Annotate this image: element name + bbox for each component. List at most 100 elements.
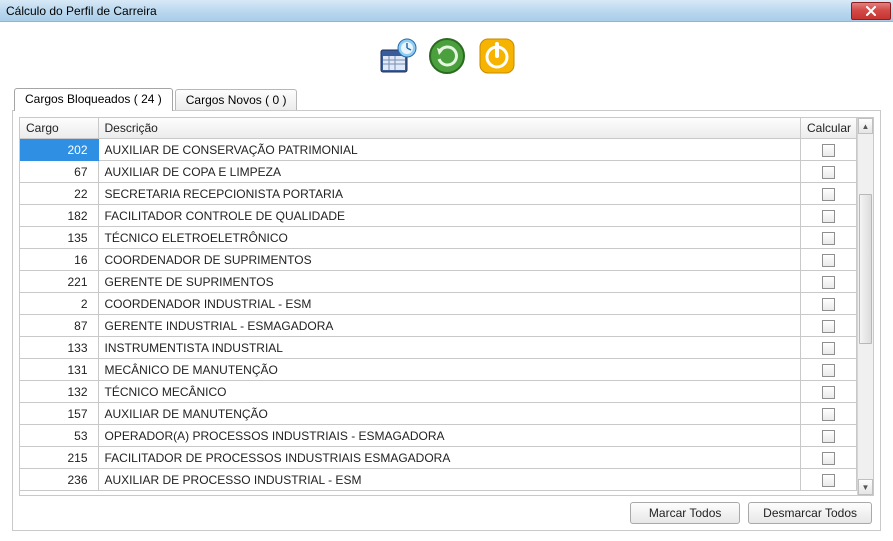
checkbox[interactable] xyxy=(822,166,835,179)
col-header-descricao[interactable]: Descrição xyxy=(98,118,801,139)
cell-calcular[interactable] xyxy=(801,447,857,469)
cell-calcular[interactable] xyxy=(801,315,857,337)
table-row[interactable]: 22SECRETARIA RECEPCIONISTA PORTARIA xyxy=(20,183,857,205)
cell-cargo[interactable]: 215 xyxy=(20,447,98,469)
checkbox[interactable] xyxy=(822,452,835,465)
cell-descricao[interactable]: TÉCNICO MECÂNICO xyxy=(98,381,801,403)
checkbox[interactable] xyxy=(822,320,835,333)
checkbox[interactable] xyxy=(822,254,835,267)
table-row[interactable]: 157AUXILIAR DE MANUTENÇÃO xyxy=(20,403,857,425)
checkbox[interactable] xyxy=(822,408,835,421)
scroll-up-arrow[interactable]: ▲ xyxy=(858,118,873,134)
cell-calcular[interactable] xyxy=(801,161,857,183)
close-button[interactable] xyxy=(851,2,891,20)
table-row[interactable]: 135TÉCNICO ELETROELETRÔNICO xyxy=(20,227,857,249)
checkbox[interactable] xyxy=(822,430,835,443)
checkbox[interactable] xyxy=(822,364,835,377)
table-row[interactable]: 87GERENTE INDUSTRIAL - ESMAGADORA xyxy=(20,315,857,337)
cell-cargo[interactable]: 157 xyxy=(20,403,98,425)
checkbox[interactable] xyxy=(822,342,835,355)
panel: Cargo Descrição Calcular 202AUXILIAR DE … xyxy=(12,110,881,531)
cell-cargo[interactable]: 202 xyxy=(20,139,98,161)
cell-calcular[interactable] xyxy=(801,249,857,271)
vertical-scrollbar[interactable]: ▲ ▼ xyxy=(857,118,873,495)
checkbox[interactable] xyxy=(822,474,835,487)
grid[interactable]: Cargo Descrição Calcular 202AUXILIAR DE … xyxy=(20,118,857,495)
cell-cargo[interactable]: 182 xyxy=(20,205,98,227)
cell-descricao[interactable]: GERENTE INDUSTRIAL - ESMAGADORA xyxy=(98,315,801,337)
table-row[interactable]: 133INSTRUMENTISTA INDUSTRIAL xyxy=(20,337,857,359)
cell-cargo[interactable]: 135 xyxy=(20,227,98,249)
scroll-thumb[interactable] xyxy=(859,194,872,344)
titlebar: Cálculo do Perfil de Carreira xyxy=(0,0,893,22)
desmarcar-todos-button[interactable]: Desmarcar Todos xyxy=(748,502,872,524)
table-row[interactable]: 221GERENTE DE SUPRIMENTOS xyxy=(20,271,857,293)
cell-descricao[interactable]: AUXILIAR DE MANUTENÇÃO xyxy=(98,403,801,425)
cell-calcular[interactable] xyxy=(801,337,857,359)
cell-descricao[interactable]: AUXILIAR DE CONSERVAÇÃO PATRIMONIAL xyxy=(98,139,801,161)
cell-descricao[interactable]: TÉCNICO ELETROELETRÔNICO xyxy=(98,227,801,249)
table-row[interactable]: 67AUXILIAR DE COPA E LIMPEZA xyxy=(20,161,857,183)
cell-calcular[interactable] xyxy=(801,469,857,491)
cell-descricao[interactable]: AUXILIAR DE COPA E LIMPEZA xyxy=(98,161,801,183)
cell-calcular[interactable] xyxy=(801,227,857,249)
cell-cargo[interactable]: 22 xyxy=(20,183,98,205)
checkbox[interactable] xyxy=(822,386,835,399)
table-row[interactable]: 182FACILITADOR CONTROLE DE QUALIDADE xyxy=(20,205,857,227)
cell-cargo[interactable]: 133 xyxy=(20,337,98,359)
tab-cargos-bloqueados[interactable]: Cargos Bloqueados ( 24 ) xyxy=(14,88,173,111)
cell-cargo[interactable]: 131 xyxy=(20,359,98,381)
table-row[interactable]: 2COORDENADOR INDUSTRIAL - ESM xyxy=(20,293,857,315)
table-row[interactable]: 236AUXILIAR DE PROCESSO INDUSTRIAL - ESM xyxy=(20,469,857,491)
col-header-cargo[interactable]: Cargo xyxy=(20,118,98,139)
marcar-todos-button[interactable]: Marcar Todos xyxy=(630,502,740,524)
cell-descricao[interactable]: GERENTE DE SUPRIMENTOS xyxy=(98,271,801,293)
cell-descricao[interactable]: MECÂNICO DE MANUTENÇÃO xyxy=(98,359,801,381)
tab-cargos-novos[interactable]: Cargos Novos ( 0 ) xyxy=(175,89,298,112)
cell-descricao[interactable]: OPERADOR(A) PROCESSOS INDUSTRIAIS - ESMA… xyxy=(98,425,801,447)
cell-cargo[interactable]: 236 xyxy=(20,469,98,491)
cell-descricao[interactable]: INSTRUMENTISTA INDUSTRIAL xyxy=(98,337,801,359)
cell-descricao[interactable]: COORDENADOR INDUSTRIAL - ESM xyxy=(98,293,801,315)
close-icon xyxy=(865,6,877,16)
col-header-calcular[interactable]: Calcular xyxy=(801,118,857,139)
cell-descricao[interactable]: FACILITADOR CONTROLE DE QUALIDADE xyxy=(98,205,801,227)
calendar-clock-button[interactable] xyxy=(377,36,417,76)
cell-descricao[interactable]: AUXILIAR DE PROCESSO INDUSTRIAL - ESM xyxy=(98,469,801,491)
scroll-track[interactable] xyxy=(858,134,873,479)
checkbox[interactable] xyxy=(822,188,835,201)
checkbox[interactable] xyxy=(822,298,835,311)
cell-cargo[interactable]: 67 xyxy=(20,161,98,183)
cell-calcular[interactable] xyxy=(801,359,857,381)
cell-calcular[interactable] xyxy=(801,139,857,161)
table-row[interactable]: 132TÉCNICO MECÂNICO xyxy=(20,381,857,403)
cell-calcular[interactable] xyxy=(801,183,857,205)
table-row[interactable]: 202AUXILIAR DE CONSERVAÇÃO PATRIMONIAL xyxy=(20,139,857,161)
cell-cargo[interactable]: 87 xyxy=(20,315,98,337)
cell-calcular[interactable] xyxy=(801,293,857,315)
cell-calcular[interactable] xyxy=(801,271,857,293)
checkbox[interactable] xyxy=(822,210,835,223)
cell-descricao[interactable]: FACILITADOR DE PROCESSOS INDUSTRIAIS ESM… xyxy=(98,447,801,469)
table-row[interactable]: 53OPERADOR(A) PROCESSOS INDUSTRIAIS - ES… xyxy=(20,425,857,447)
cell-calcular[interactable] xyxy=(801,403,857,425)
checkbox[interactable] xyxy=(822,144,835,157)
table-row[interactable]: 16COORDENADOR DE SUPRIMENTOS xyxy=(20,249,857,271)
checkbox[interactable] xyxy=(822,276,835,289)
cell-calcular[interactable] xyxy=(801,425,857,447)
scroll-down-arrow[interactable]: ▼ xyxy=(858,479,873,495)
table-row[interactable]: 131MECÂNICO DE MANUTENÇÃO xyxy=(20,359,857,381)
cell-cargo[interactable]: 16 xyxy=(20,249,98,271)
table-row[interactable]: 215FACILITADOR DE PROCESSOS INDUSTRIAIS … xyxy=(20,447,857,469)
cell-cargo[interactable]: 221 xyxy=(20,271,98,293)
cell-calcular[interactable] xyxy=(801,381,857,403)
power-button[interactable] xyxy=(477,36,517,76)
checkbox[interactable] xyxy=(822,232,835,245)
cell-calcular[interactable] xyxy=(801,205,857,227)
cell-descricao[interactable]: SECRETARIA RECEPCIONISTA PORTARIA xyxy=(98,183,801,205)
cell-descricao[interactable]: COORDENADOR DE SUPRIMENTOS xyxy=(98,249,801,271)
cell-cargo[interactable]: 53 xyxy=(20,425,98,447)
cell-cargo[interactable]: 2 xyxy=(20,293,98,315)
refresh-button[interactable] xyxy=(427,36,467,76)
cell-cargo[interactable]: 132 xyxy=(20,381,98,403)
